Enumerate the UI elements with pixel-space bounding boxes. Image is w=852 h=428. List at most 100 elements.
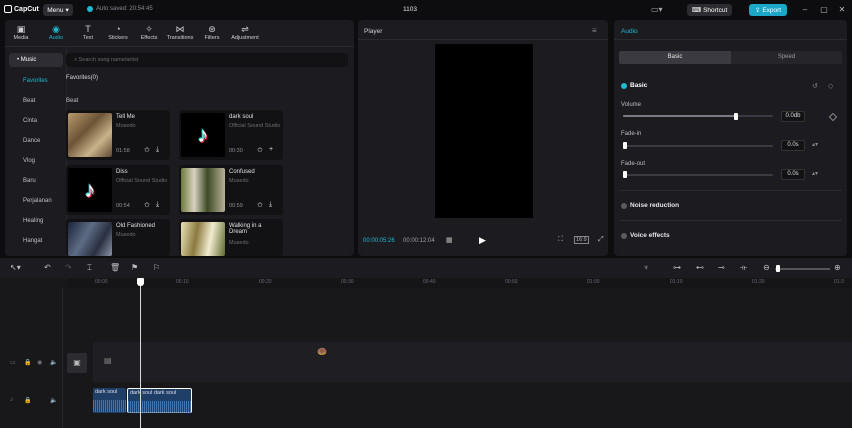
tab-basic[interactable]: Basic xyxy=(619,51,731,64)
favorite-star-icon[interactable]: ✩ xyxy=(257,201,266,210)
chevron-down-icon: ▾ xyxy=(65,7,69,14)
sidebar-item-vlog[interactable]: Vlog xyxy=(9,154,63,168)
layout-icon[interactable]: ▭▾ xyxy=(651,5,669,15)
fadeout-slider[interactable] xyxy=(623,174,773,176)
ratio-icon[interactable]: 16:9 xyxy=(574,236,589,244)
reset-icon[interactable]: ↺ xyxy=(812,82,818,90)
list-item[interactable]: Confused Musedo 00:59 ✩ ⤓ xyxy=(179,165,283,215)
favorite-star-icon[interactable]: ✩ xyxy=(257,146,266,155)
sidebar-item-beat[interactable]: Beat xyxy=(9,94,63,108)
video-track[interactable] xyxy=(93,342,852,382)
undo-icon[interactable]: ↶ xyxy=(44,263,51,272)
voice-effects-checkbox[interactable] xyxy=(621,233,627,239)
split-icon[interactable]: ⌶ xyxy=(87,263,92,273)
download-icon[interactable]: ⤓ xyxy=(269,201,278,210)
add-icon[interactable]: + xyxy=(269,146,278,155)
audio-clip-selected[interactable]: dark soul dark soul xyxy=(127,388,192,413)
zoom-slider-handle[interactable] xyxy=(776,265,780,272)
download-icon[interactable]: ⤓ xyxy=(156,146,165,155)
preview-axis-icon[interactable]: ⟛ xyxy=(740,263,747,273)
audio-properties-panel: Audio Basic Speed Basic ↺ ◇ Volume 0.0db… xyxy=(614,20,847,256)
visibility-icon[interactable]: ◉ xyxy=(37,359,42,366)
keyframe-icon[interactable]: ◇ xyxy=(828,82,833,90)
select-cursor-icon[interactable]: ↖▾ xyxy=(10,263,21,272)
sidebar-item-favorites[interactable]: Favorites xyxy=(9,74,63,88)
list-item[interactable]: Tell Me Musedo 01:58 ✩ ⤓ xyxy=(66,110,170,160)
sidebar-item-perjalanan[interactable]: Perjalanan xyxy=(9,194,63,208)
cover-thumbnail[interactable]: ▣ xyxy=(67,353,87,373)
download-icon[interactable]: ⤓ xyxy=(156,201,165,210)
list-item[interactable]: Old Fashioned Musedo xyxy=(66,219,170,256)
fadein-slider-handle[interactable] xyxy=(623,142,627,149)
snap-icon[interactable]: ⊷ xyxy=(696,263,704,272)
tab-media[interactable]: ▣ Media xyxy=(7,23,35,45)
list-item[interactable]: Walking in a Dream Musedo xyxy=(179,219,283,256)
video-preview[interactable] xyxy=(435,44,533,218)
list-item[interactable]: ♪ dark soul Official Sound Studio 00:30 … xyxy=(179,110,283,160)
sidebar-item-cinta[interactable]: Cinta xyxy=(9,114,63,128)
film-icon: ▤ xyxy=(104,356,112,365)
volume-icon[interactable]: 🔈 xyxy=(50,359,57,366)
fadeout-slider-handle[interactable] xyxy=(623,171,627,178)
stepper-icon[interactable]: ▴▾ xyxy=(812,170,818,177)
sidebar-item-healing[interactable]: Healing xyxy=(9,214,63,228)
noise-reduction-checkbox[interactable] xyxy=(621,203,627,209)
keyframe-icon[interactable] xyxy=(828,112,838,122)
stepper-icon[interactable]: ▴▾ xyxy=(812,141,818,148)
fadein-slider[interactable] xyxy=(623,145,773,147)
sidebar-item-dance[interactable]: Dance xyxy=(9,134,63,148)
list-item[interactable]: ♪ Diss Official Sound Studio 00:54 ✩ ⤓ xyxy=(66,165,170,215)
timecode-grid-icon[interactable]: ▦ xyxy=(446,236,453,244)
zoom-out-icon[interactable]: ⊖ xyxy=(763,263,770,272)
playhead[interactable] xyxy=(140,278,141,428)
search-input[interactable]: ⌕ Search song name/artist xyxy=(66,53,348,67)
menu-button[interactable]: Menu ▾ xyxy=(43,4,73,16)
volume-slider-handle[interactable] xyxy=(733,113,738,120)
effects-icon: ✧ xyxy=(145,24,153,34)
sidebar-item-hangat[interactable]: Hangat xyxy=(9,234,63,248)
play-button[interactable]: ▶ xyxy=(479,235,486,246)
minimize-icon[interactable]: – xyxy=(800,5,810,15)
tab-text[interactable]: T Text xyxy=(74,23,102,45)
linkage-icon[interactable]: ⊸ xyxy=(718,263,725,272)
link-icon[interactable]: ⊶ xyxy=(673,263,681,272)
fullscreen-frame-icon[interactable]: ⛶ xyxy=(558,236,563,244)
tab-speed[interactable]: Speed xyxy=(731,51,842,64)
divider xyxy=(619,220,842,221)
maximize-icon[interactable]: ▢ xyxy=(819,5,829,15)
shortcut-button[interactable]: ⌨ Shortcut xyxy=(687,4,732,16)
favorite-star-icon[interactable]: ✩ xyxy=(144,201,153,210)
tab-stickers[interactable]: ◔ Stickers xyxy=(104,23,132,45)
sidebar-item-baru[interactable]: Baru xyxy=(9,174,63,188)
expand-icon[interactable]: ⤢ xyxy=(598,236,604,244)
tab-filters[interactable]: ⊛ Filters xyxy=(198,23,226,45)
zoom-in-icon[interactable]: ⊕ xyxy=(834,263,841,272)
menu-icon[interactable]: ≡ xyxy=(592,26,597,35)
tab-transitions[interactable]: ⋈ Transitions xyxy=(166,23,194,45)
tab-adjustment[interactable]: ⇌ Adjustment xyxy=(228,23,262,45)
fadeout-value[interactable]: 0.0s xyxy=(781,169,805,180)
audio-clip[interactable]: dark soul xyxy=(93,388,126,413)
lock-icon[interactable]: 🔒 xyxy=(24,397,31,404)
close-icon[interactable]: ✕ xyxy=(837,5,847,15)
sidebar-item-music[interactable]: • Music xyxy=(9,53,63,67)
playhead-handle[interactable] xyxy=(137,278,144,286)
waveform xyxy=(128,401,191,413)
basic-checkbox[interactable] xyxy=(621,83,627,89)
volume-icon[interactable]: 🔈 xyxy=(50,397,57,404)
delete-icon[interactable]: 🗑 xyxy=(110,263,120,272)
microphone-icon[interactable]: ♆ xyxy=(643,263,649,272)
export-button[interactable]: ⇪ Export xyxy=(749,4,787,16)
fadein-value[interactable]: 0.0s xyxy=(781,140,805,151)
favorite-star-icon[interactable]: ✩ xyxy=(144,146,153,155)
redo-icon[interactable]: ↷ xyxy=(65,263,72,272)
volume-value[interactable]: 0.0db xyxy=(781,111,805,122)
zoom-slider[interactable] xyxy=(775,268,830,270)
lock-icon[interactable]: 🔒 xyxy=(24,359,31,366)
marker-icon[interactable]: ⚐ xyxy=(153,263,160,272)
tab-effects[interactable]: ✧ Effects xyxy=(135,23,163,45)
sticker-icon[interactable]: 🍩 xyxy=(317,347,327,356)
freeze-icon[interactable]: ⚑ xyxy=(131,263,138,272)
cover-icon[interactable]: ▭ xyxy=(10,359,16,366)
tab-audio[interactable]: ◉ Audio xyxy=(42,23,70,45)
